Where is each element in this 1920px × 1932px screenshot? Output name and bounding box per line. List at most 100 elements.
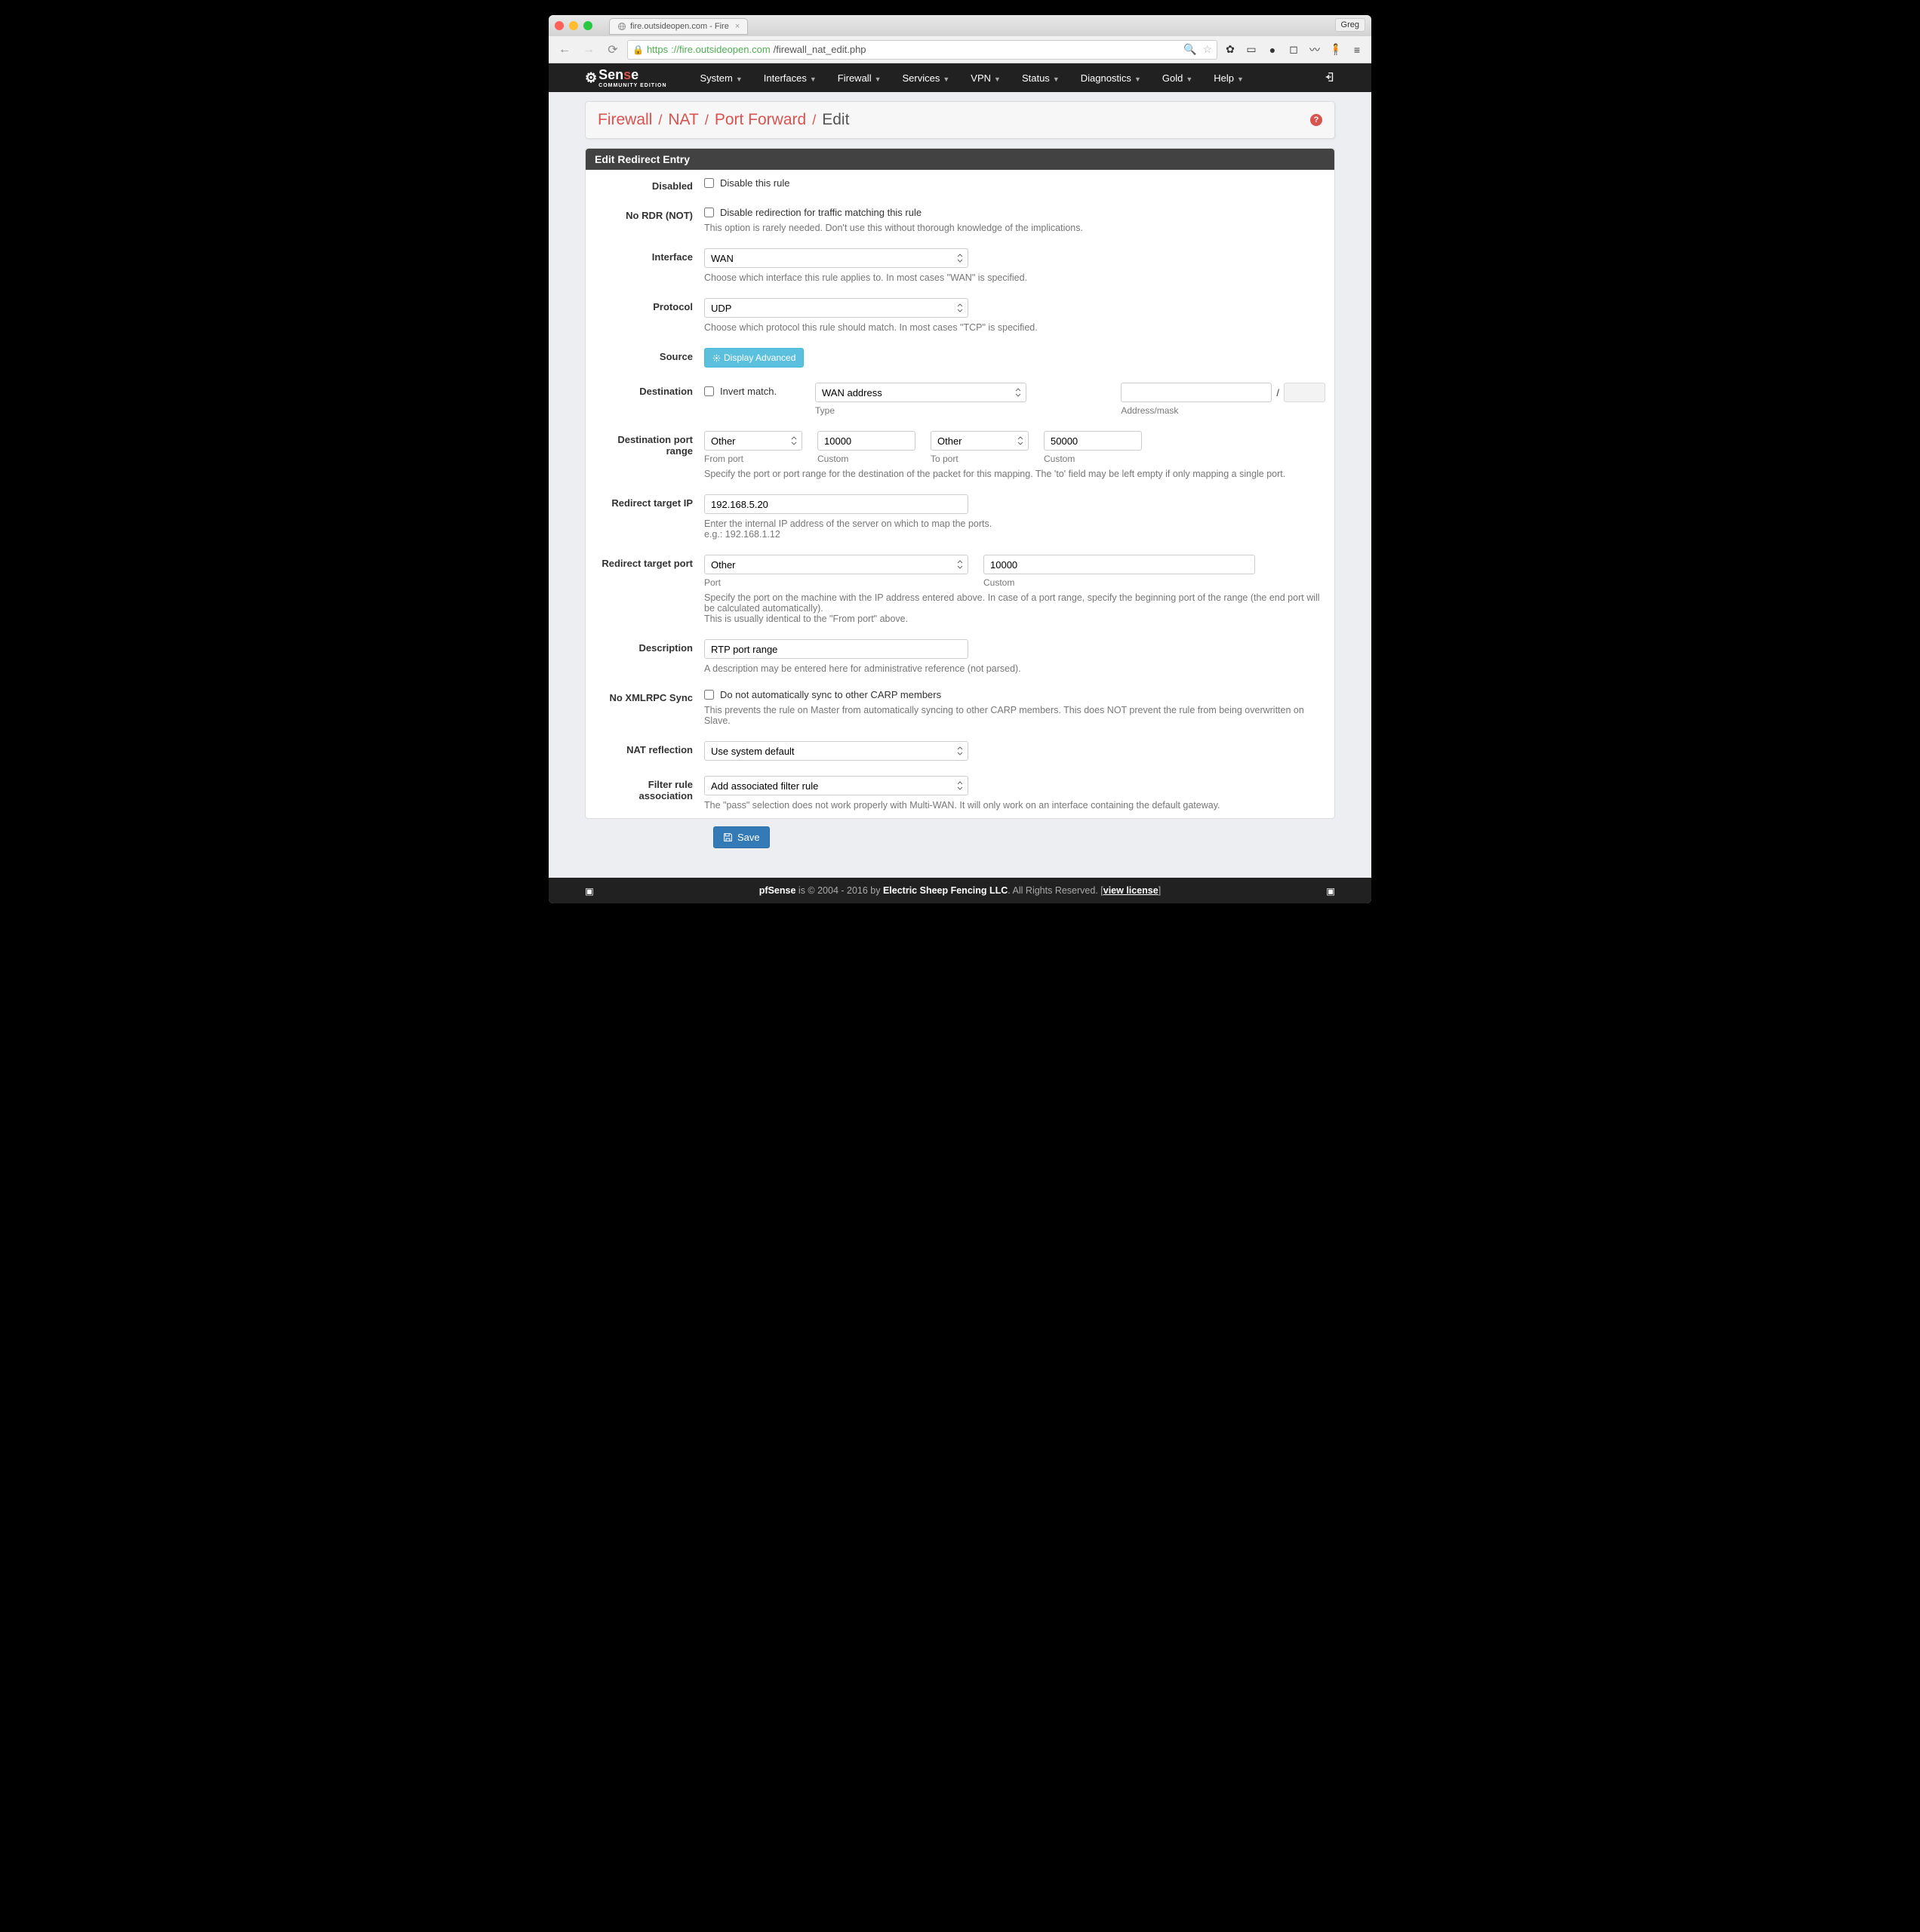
label-redirect-ip: Redirect target IP — [595, 494, 704, 509]
label-noxml: No XMLRPC Sync — [595, 689, 704, 703]
bookmark-icon[interactable]: ☆ — [1202, 43, 1212, 56]
invert-match-checkbox[interactable] — [704, 386, 714, 396]
edit-redirect-panel: Edit Redirect Entry Disabled Disable thi… — [585, 148, 1335, 819]
view-license-link[interactable]: view license — [1103, 885, 1158, 896]
user-profile-button[interactable]: Greg — [1335, 18, 1365, 32]
save-icon — [723, 832, 733, 842]
url-scheme: https — [647, 44, 668, 55]
destination-mask-select — [1284, 383, 1325, 402]
crumb-firewall[interactable]: Firewall — [598, 111, 652, 129]
minimize-window-button[interactable] — [569, 21, 578, 30]
extension-icon[interactable]: ✿ — [1222, 42, 1238, 58]
extension-icon-2[interactable]: ● — [1264, 42, 1281, 58]
protocol-select[interactable]: UDP — [704, 298, 968, 318]
dst-to-port-select[interactable]: Other — [931, 431, 1029, 451]
interface-help: Choose which interface this rule applies… — [704, 272, 1325, 283]
dst-from-port-select[interactable]: Other — [704, 431, 802, 451]
to-port-label: To port — [931, 454, 1029, 464]
app-header: ⚙ Sense COMMUNITY EDITION System▼ Interf… — [549, 63, 1371, 92]
dst-from-port-custom[interactable] — [817, 431, 915, 451]
invert-match-label: Invert match. — [720, 386, 777, 397]
custom-label-2: Custom — [1044, 454, 1142, 464]
noxml-checkbox-label: Do not automatically sync to other CARP … — [720, 689, 941, 700]
menu-system[interactable]: System▼ — [690, 65, 753, 91]
breadcrumb: Firewall/ NAT/ Port Forward/ Edit ? — [585, 101, 1335, 139]
help-icon[interactable]: ? — [1310, 114, 1322, 126]
destination-address-input — [1121, 383, 1272, 402]
footer-product: pfSense — [759, 885, 796, 896]
label-redirect-port: Redirect target port — [595, 555, 704, 569]
scroll-top-icon[interactable]: ▣ — [585, 885, 594, 897]
redirect-port-custom[interactable] — [983, 555, 1255, 574]
noxml-checkbox[interactable] — [704, 690, 714, 700]
logo-text: Sen — [598, 67, 623, 82]
redirect-custom-sublabel: Custom — [983, 577, 1255, 588]
scroll-top-icon-2[interactable]: ▣ — [1326, 885, 1335, 897]
redirect-port-select[interactable]: Other — [704, 555, 968, 574]
reload-button[interactable]: ⟳ — [603, 40, 623, 60]
label-natrefl: NAT reflection — [595, 741, 704, 755]
label-interface: Interface — [595, 248, 704, 263]
save-button[interactable]: Save — [713, 826, 770, 848]
browser-menu-button[interactable]: ≡ — [1349, 42, 1365, 58]
description-input[interactable] — [704, 639, 968, 659]
close-window-button[interactable] — [555, 21, 564, 30]
dst-to-port-custom[interactable] — [1044, 431, 1142, 451]
tab-close-button[interactable]: × — [735, 22, 740, 31]
search-in-page-icon[interactable]: 🔍 — [1183, 43, 1196, 56]
crumb-edit: Edit — [822, 111, 849, 129]
extension-icon-4[interactable]: 〰 — [1306, 42, 1323, 58]
dst-port-help: Specify the port or port range for the d… — [704, 469, 1325, 479]
disabled-checkbox[interactable] — [704, 178, 714, 188]
interface-select[interactable]: WAN — [704, 248, 968, 268]
nat-reflection-select[interactable]: Use system default — [704, 741, 968, 761]
protocol-help: Choose which protocol this rule should m… — [704, 322, 1325, 333]
label-filterassoc: Filter rule association — [595, 776, 704, 801]
label-source: Source — [595, 348, 704, 362]
url-bar[interactable]: 🔒 https://fire.outsideopen.com/firewall_… — [627, 40, 1217, 60]
destination-type-select[interactable]: WAN address — [815, 383, 1026, 402]
forward-button[interactable]: → — [579, 40, 598, 60]
main-menu: System▼ Interfaces▼ Firewall▼ Services▼ … — [690, 65, 1325, 91]
panel-title: Edit Redirect Entry — [586, 149, 1334, 170]
label-dst-port: Destination port range — [595, 431, 704, 457]
footer-company: Electric Sheep Fencing LLC — [883, 885, 1008, 896]
menu-vpn[interactable]: VPN▼ — [960, 65, 1011, 91]
menu-diagnostics[interactable]: Diagnostics▼ — [1070, 65, 1152, 91]
menu-firewall[interactable]: Firewall▼ — [827, 65, 892, 91]
destination-type-sublabel: Type — [815, 405, 1112, 416]
redirect-ip-input[interactable] — [704, 494, 968, 514]
menu-interfaces[interactable]: Interfaces▼ — [753, 65, 827, 91]
nordr-checkbox[interactable] — [704, 208, 714, 217]
tab-title: fire.outsideopen.com - Fire — [630, 22, 729, 31]
logo-subtitle: COMMUNITY EDITION — [598, 83, 666, 88]
back-button[interactable]: ← — [555, 40, 574, 60]
menu-help[interactable]: Help▼ — [1203, 65, 1254, 91]
url-host: ://fire.outsideopen.com — [671, 44, 771, 55]
cast-icon[interactable]: ▭ — [1243, 42, 1260, 58]
display-advanced-button[interactable]: Display Advanced — [704, 348, 804, 368]
destination-addr-sublabel: Address/mask — [1121, 405, 1325, 416]
menu-services[interactable]: Services▼ — [892, 65, 961, 91]
nordr-checkbox-label: Disable redirection for traffic matching… — [720, 207, 922, 218]
extension-icon-3[interactable]: ◻ — [1285, 42, 1302, 58]
crumb-port-forward[interactable]: Port Forward — [715, 111, 806, 129]
maximize-window-button[interactable] — [583, 21, 592, 30]
globe-icon — [617, 22, 626, 31]
logo[interactable]: ⚙ Sense COMMUNITY EDITION — [585, 67, 667, 88]
logout-button[interactable] — [1325, 72, 1335, 85]
menu-gold[interactable]: Gold▼ — [1152, 65, 1203, 91]
browser-tab[interactable]: fire.outsideopen.com - Fire × — [609, 18, 748, 35]
label-disabled: Disabled — [595, 177, 704, 192]
redirect-ip-help: Enter the internal IP address of the ser… — [704, 518, 1325, 540]
label-nordr: No RDR (NOT) — [595, 207, 704, 221]
filter-assoc-select[interactable]: Add associated filter rule — [704, 776, 968, 795]
custom-label: Custom — [817, 454, 915, 464]
crumb-nat[interactable]: NAT — [668, 111, 698, 129]
window-titlebar: fire.outsideopen.com - Fire × Greg — [549, 15, 1371, 36]
lock-icon: 🔒 — [632, 45, 644, 55]
label-destination: Destination — [595, 383, 704, 397]
footer: ▣ pfSense is © 2004 - 2016 by Electric S… — [549, 878, 1371, 903]
extension-icon-5[interactable]: 🧍 — [1328, 42, 1344, 58]
menu-status[interactable]: Status▼ — [1011, 65, 1070, 91]
